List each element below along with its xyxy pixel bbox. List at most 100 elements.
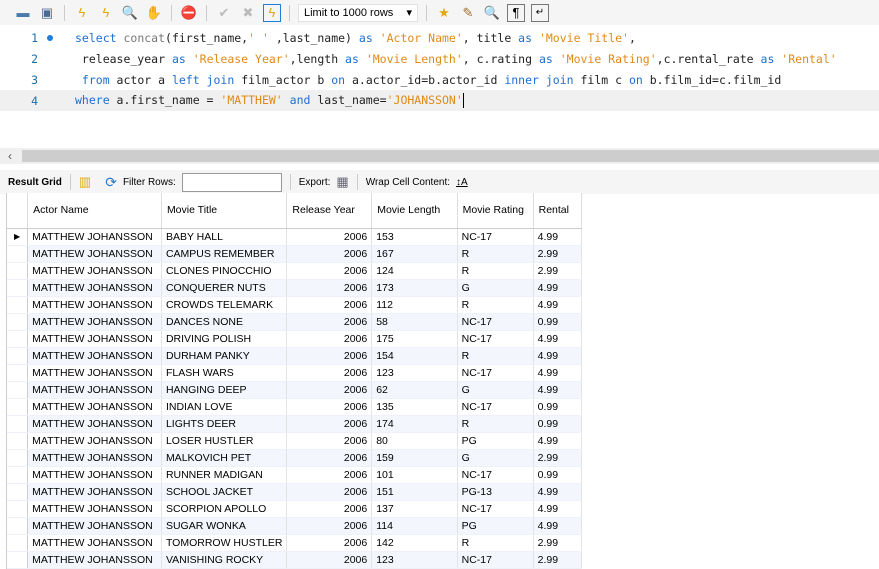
table-cell[interactable]: 2006: [286, 534, 373, 552]
table-cell[interactable]: MATTHEW JOHANSSON: [27, 483, 162, 501]
result-grid-tab[interactable]: Result Grid: [8, 177, 62, 188]
row-header[interactable]: [7, 364, 29, 382]
table-cell[interactable]: 2.99: [533, 245, 583, 263]
table-row[interactable]: MATTHEW JOHANSSON HANGING DEEP 2006 62 G 4.99: [7, 381, 583, 399]
table-cell[interactable]: 2006: [286, 279, 373, 297]
table-cell[interactable]: 2006: [286, 551, 373, 569]
execute-icon[interactable]: ϟ: [73, 4, 91, 22]
table-cell[interactable]: MATTHEW JOHANSSON: [27, 449, 162, 467]
table-cell[interactable]: 62: [371, 381, 458, 399]
table-cell[interactable]: 2.99: [533, 262, 583, 280]
table-cell[interactable]: DRIVING POLISH: [161, 330, 288, 348]
beautify-icon[interactable]: ✎: [459, 4, 477, 22]
table-cell[interactable]: 2006: [286, 228, 373, 246]
table-cell[interactable]: 2006: [286, 262, 373, 280]
table-row[interactable]: MATTHEW JOHANSSON CAMPUS REMEMBER 2006 167 R…: [7, 245, 583, 263]
table-cell[interactable]: MATTHEW JOHANSSON: [27, 551, 162, 569]
row-header[interactable]: [7, 330, 29, 348]
table-cell[interactable]: NC-17: [457, 313, 534, 331]
table-cell[interactable]: 2006: [286, 330, 373, 348]
filter-rows-input[interactable]: [181, 172, 282, 192]
column-header[interactable]: Movie Rating: [457, 193, 534, 229]
table-row[interactable]: MATTHEW JOHANSSON SCHOOL JACKET 2006 151 PG-…: [7, 483, 583, 501]
table-cell[interactable]: 4.99: [533, 483, 583, 501]
word-wrap-icon[interactable]: ↵: [531, 3, 549, 22]
table-cell[interactable]: 2006: [286, 432, 373, 450]
table-cell[interactable]: 2006: [286, 483, 373, 501]
row-header[interactable]: [7, 449, 29, 467]
table-cell[interactable]: MATTHEW JOHANSSON: [27, 534, 162, 552]
table-cell[interactable]: 174: [371, 415, 458, 433]
table-cell[interactable]: MATTHEW JOHANSSON: [27, 500, 162, 518]
table-cell[interactable]: 2006: [286, 466, 373, 484]
table-cell[interactable]: MALKOVICH PET: [161, 449, 288, 467]
table-cell[interactable]: VANISHING ROCKY: [161, 551, 288, 569]
table-cell[interactable]: 2.99: [533, 449, 583, 467]
find-icon[interactable]: 🔍: [483, 4, 501, 22]
table-cell[interactable]: MATTHEW JOHANSSON: [27, 415, 162, 433]
editor-line[interactable]: 2 release_year as 'Release Year',length …: [0, 48, 879, 69]
table-cell[interactable]: MATTHEW JOHANSSON: [27, 364, 162, 382]
table-cell[interactable]: SCORPION APOLLO: [161, 500, 288, 518]
table-cell[interactable]: 2006: [286, 245, 373, 263]
table-cell[interactable]: NC-17: [457, 500, 534, 518]
table-cell[interactable]: NC-17: [457, 398, 534, 416]
table-cell[interactable]: 4.99: [533, 364, 583, 382]
row-header[interactable]: [7, 381, 29, 399]
table-cell[interactable]: 173: [371, 279, 458, 297]
row-header[interactable]: [7, 551, 29, 569]
table-cell[interactable]: LOSER HUSTLER: [161, 432, 288, 450]
table-cell[interactable]: R: [457, 296, 534, 314]
limit-rows-select[interactable]: Limit to 1000 rows ▾: [298, 3, 418, 22]
table-cell[interactable]: 0.99: [533, 415, 583, 433]
table-cell[interactable]: R: [457, 245, 534, 263]
table-cell[interactable]: INDIAN LOVE: [161, 398, 288, 416]
table-cell[interactable]: 153: [371, 228, 458, 246]
table-cell[interactable]: NC-17: [457, 551, 534, 569]
table-row[interactable]: MATTHEW JOHANSSON MALKOVICH PET 2006 159 G 2.…: [7, 449, 583, 467]
refresh-icon[interactable]: ⟳: [105, 174, 117, 191]
table-row[interactable]: MATTHEW JOHANSSON LOSER HUSTLER 2006 80 PG 4.…: [7, 432, 583, 450]
table-cell[interactable]: 101: [371, 466, 458, 484]
table-cell[interactable]: 80: [371, 432, 458, 450]
save-icon[interactable]: ▣: [38, 4, 56, 22]
table-cell[interactable]: MATTHEW JOHANSSON: [27, 398, 162, 416]
table-cell[interactable]: MATTHEW JOHANSSON: [27, 228, 162, 246]
row-header[interactable]: [7, 347, 29, 365]
add-snippet-icon[interactable]: ★: [435, 4, 453, 22]
table-cell[interactable]: G: [457, 449, 534, 467]
table-cell[interactable]: 154: [371, 347, 458, 365]
table-cell[interactable]: MATTHEW JOHANSSON: [27, 245, 162, 263]
table-row[interactable]: MATTHEW JOHANSSON TOMORROW HUSTLER 2006 142…: [7, 534, 583, 552]
scrollbar-thumb[interactable]: [22, 150, 879, 162]
table-row[interactable]: MATTHEW JOHANSSON VANISHING ROCKY 2006 123 N…: [7, 551, 583, 569]
table-cell[interactable]: 124: [371, 262, 458, 280]
table-cell[interactable]: CONQUERER NUTS: [161, 279, 288, 297]
table-cell[interactable]: NC-17: [457, 330, 534, 348]
table-cell[interactable]: G: [457, 279, 534, 297]
row-header[interactable]: [7, 466, 29, 484]
table-cell[interactable]: BABY HALL: [161, 228, 288, 246]
table-cell[interactable]: 0.99: [533, 313, 583, 331]
table-cell[interactable]: PG-13: [457, 483, 534, 501]
table-cell[interactable]: NC-17: [457, 364, 534, 382]
table-cell[interactable]: 4.99: [533, 330, 583, 348]
table-cell[interactable]: 137: [371, 500, 458, 518]
table-cell[interactable]: 112: [371, 296, 458, 314]
table-cell[interactable]: MATTHEW JOHANSSON: [27, 347, 162, 365]
execute-current-icon[interactable]: ϟ: [97, 4, 115, 22]
table-cell[interactable]: 4.99: [533, 279, 583, 297]
column-header[interactable]: Movie Length: [371, 193, 458, 229]
table-cell[interactable]: 2006: [286, 449, 373, 467]
column-header[interactable]: Movie Title: [161, 193, 288, 229]
row-header[interactable]: [7, 500, 29, 518]
stop-icon[interactable]: ✋: [145, 4, 163, 22]
form-editor-icon[interactable]: ▥: [79, 174, 91, 190]
explain-icon[interactable]: 🔍: [121, 4, 139, 22]
table-cell[interactable]: 167: [371, 245, 458, 263]
table-cell[interactable]: PG: [457, 517, 534, 535]
table-cell[interactable]: 2006: [286, 296, 373, 314]
table-cell[interactable]: 159: [371, 449, 458, 467]
table-cell[interactable]: 4.99: [533, 432, 583, 450]
table-cell[interactable]: 58: [371, 313, 458, 331]
